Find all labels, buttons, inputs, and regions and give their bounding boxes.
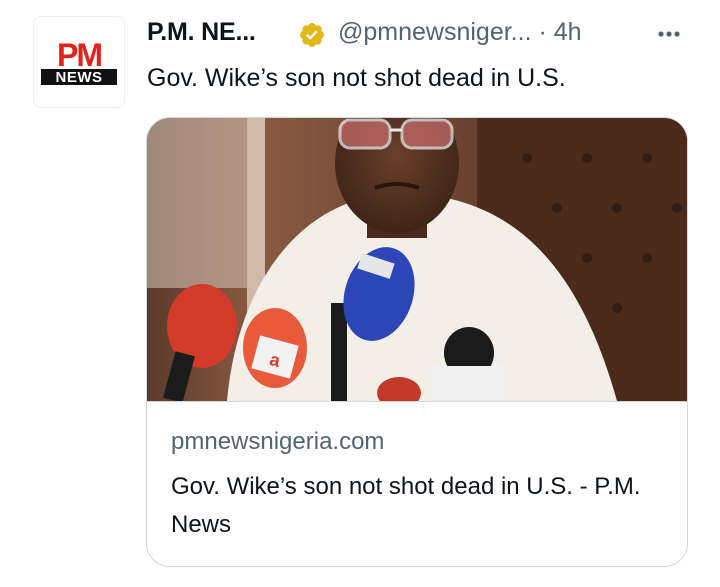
tweet-text: Gov. Wike’s son not shot dead in U.S. [147,64,566,92]
card-domain[interactable]: pmnewsnigeria.com [171,428,384,456]
pm-news-logo: PM NEWS [41,38,117,86]
press-conference-photo: a [147,118,687,401]
card-title[interactable]: Gov. Wike’s son not shot dead in U.S. - … [171,468,671,544]
verified-badge-icon[interactable] [298,21,326,49]
handle-and-timestamp[interactable]: @pmnewsniger... · 4h [338,18,582,47]
tweet[interactable]: PM NEWS P.M. NE... @pmnewsniger... · 4h … [0,0,720,587]
link-card[interactable]: a pmnewsnigeria.com Gov. Wike’s son not … [146,117,688,567]
tweet-header: P.M. NE... @pmnewsniger... · 4h [147,14,697,54]
card-divider [147,401,687,402]
svg-text:PM: PM [57,38,101,73]
svg-text:NEWS: NEWS [56,69,103,86]
more-horizontal-icon[interactable] [652,16,686,50]
avatar[interactable]: PM NEWS [33,16,125,108]
display-name[interactable]: P.M. NE... [147,18,256,47]
card-image[interactable]: a [147,118,687,401]
